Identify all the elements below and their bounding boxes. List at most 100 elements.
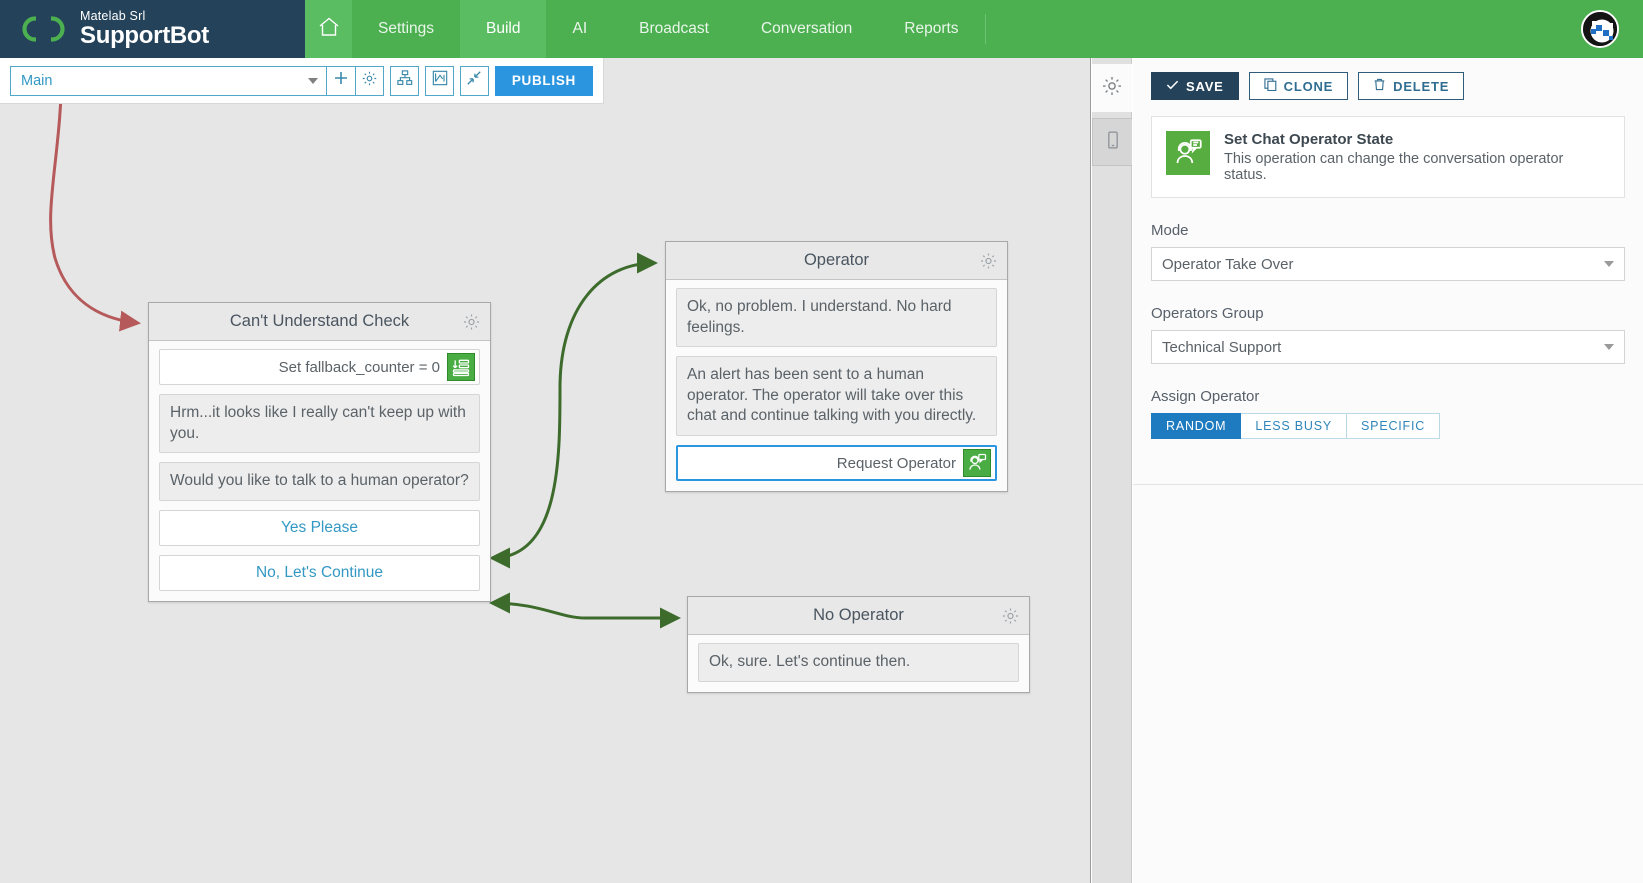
mode-label: Mode — [1151, 222, 1189, 239]
mobile-phone-icon — [1103, 130, 1123, 155]
node-body: Ok, no problem. I understand. No hard fe… — [666, 280, 1007, 491]
nav-item-conversation[interactable]: Conversation — [734, 0, 879, 58]
flow-settings-button[interactable] — [355, 65, 385, 96]
avatar-area[interactable] — [1557, 0, 1643, 58]
operator-headset-icon — [1166, 131, 1210, 175]
brand-product: SupportBot — [80, 22, 209, 50]
flow-canvas[interactable]: Can't Understand Check Set fallback_coun… — [0, 58, 1091, 883]
node-message[interactable]: An alert has been sent to a human operat… — [676, 356, 997, 437]
node-header: Can't Understand Check — [149, 303, 490, 341]
save-button[interactable]: SAVE — [1151, 72, 1239, 100]
node-header: Operator — [666, 242, 1007, 280]
operation-description: This operation can change the conversati… — [1224, 151, 1564, 183]
chevron-down-icon — [307, 77, 318, 84]
nav-spacer — [985, 0, 1557, 58]
operator-headset-icon — [963, 449, 991, 478]
home-icon — [317, 15, 341, 44]
panel-action-bar: SAVE CLONE DELETE — [1151, 72, 1625, 100]
publish-button[interactable]: PUBLISH — [494, 65, 593, 96]
node-quick-reply-button[interactable]: No, Let's Continue — [159, 554, 480, 591]
gear-icon[interactable] — [979, 251, 998, 270]
set-variable-icon — [447, 353, 475, 381]
node-message[interactable]: Hrm...it looks like I really can't keep … — [159, 394, 480, 454]
flow-analytics-button[interactable] — [425, 65, 455, 96]
nav-item-settings[interactable]: Settings — [352, 0, 461, 58]
clone-button[interactable]: CLONE — [1248, 72, 1349, 100]
operators-group-field: Operators Group Technical Support — [1151, 305, 1625, 364]
delete-label: DELETE — [1393, 78, 1450, 94]
node-message[interactable]: Ok, no problem. I understand. No hard fe… — [676, 288, 997, 348]
collapse-button[interactable] — [460, 65, 489, 96]
operation-title: Set Chat Operator State — [1224, 131, 1394, 148]
gear-icon[interactable] — [462, 312, 481, 331]
operation-card-text: Set Chat Operator State This operation c… — [1224, 131, 1610, 183]
mode-value: Operator Take Over — [1162, 255, 1294, 273]
assign-operator-label: Assign Operator — [1151, 388, 1260, 405]
mode-select[interactable]: Operator Take Over — [1151, 247, 1625, 281]
panel-tab-preview[interactable] — [1092, 118, 1132, 166]
nav-label: Settings — [378, 20, 435, 37]
flow-hierarchy-button[interactable] — [390, 65, 420, 96]
node-operation-row[interactable]: Set fallback_counter = 0 — [159, 349, 480, 385]
delete-button[interactable]: DELETE — [1358, 72, 1465, 100]
brand-logo-area[interactable]: Matelab Srl SupportBot — [0, 0, 305, 58]
assign-operator-segmented-control: RANDOM LESS BUSY SPECIFIC — [1151, 413, 1625, 439]
flow-node-no-operator[interactable]: No Operator Ok, sure. Let's continue the… — [687, 596, 1030, 693]
nav-label: Conversation — [760, 20, 853, 37]
gear-icon[interactable] — [1001, 606, 1020, 625]
node-operation-row-selected[interactable]: Request Operator — [676, 445, 997, 482]
app-root: Matelab Srl SupportBot Settings Build AI… — [0, 0, 1643, 883]
chevron-down-icon — [1604, 344, 1614, 350]
node-message[interactable]: Would you like to talk to a human operat… — [159, 462, 480, 501]
nav-label: Broadcast — [639, 20, 709, 37]
mode-field: Mode Operator Take Over — [1151, 222, 1625, 281]
operators-group-select[interactable]: Technical Support — [1151, 330, 1625, 364]
flow-toolbar: Main PUBLISH — [0, 58, 604, 104]
brand-company: Matelab Srl — [80, 8, 146, 23]
nav-item-reports[interactable]: Reports — [878, 0, 985, 58]
brand-text: Matelab Srl SupportBot — [80, 10, 209, 49]
plus-icon — [333, 70, 349, 91]
node-quick-reply-button[interactable]: Yes Please — [159, 509, 480, 546]
panel-divider — [1133, 484, 1643, 485]
nav-home-button[interactable] — [305, 0, 352, 58]
node-title: Can't Understand Check — [229, 312, 410, 330]
assign-operator-option-specific[interactable]: SPECIFIC — [1347, 413, 1441, 439]
nav-item-ai[interactable]: AI — [546, 0, 614, 58]
operation-label: Request Operator — [836, 454, 956, 472]
panel-side-tabs — [1092, 58, 1132, 883]
node-body: Set fallback_counter = 0 Hrm...it looks … — [149, 341, 490, 601]
flow-node-cant-understand-check[interactable]: Can't Understand Check Set fallback_coun… — [148, 302, 491, 602]
operation-summary-card: Set Chat Operator State This operation c… — [1151, 116, 1625, 198]
chevron-down-icon — [1604, 261, 1614, 267]
node-message[interactable]: Ok, sure. Let's continue then. — [698, 643, 1019, 682]
panel-tab-settings[interactable] — [1092, 64, 1132, 112]
flow-selector-dropdown[interactable]: Main — [10, 65, 327, 96]
operation-label: Set fallback_counter = 0 — [278, 358, 440, 376]
copy-icon — [1264, 78, 1277, 94]
nav-label: Build — [486, 20, 521, 37]
assign-operator-option-less-busy[interactable]: LESS BUSY — [1241, 413, 1348, 439]
flow-node-operator[interactable]: Operator Ok, no problem. I understand. N… — [665, 241, 1008, 493]
operators-group-label: Operators Group — [1151, 305, 1264, 322]
nav-label: AI — [572, 20, 588, 37]
avatar — [1581, 10, 1619, 48]
operators-group-value: Technical Support — [1162, 338, 1282, 356]
nav-label: Reports — [904, 20, 959, 37]
add-flow-button[interactable] — [326, 65, 356, 96]
gear-icon — [361, 70, 378, 92]
infinity-logo-icon — [22, 14, 66, 44]
sitemap-icon — [397, 70, 413, 91]
save-label: SAVE — [1186, 78, 1224, 94]
properties-panel: SAVE CLONE DELETE Set Chat Operator Stat… — [1133, 58, 1643, 883]
node-body: Ok, sure. Let's continue then. — [688, 635, 1029, 692]
flow-selector-value: Main — [21, 72, 53, 89]
nav-item-broadcast[interactable]: Broadcast — [613, 0, 735, 58]
check-icon — [1166, 78, 1179, 94]
assign-operator-option-random[interactable]: RANDOM — [1151, 413, 1242, 439]
assign-operator-field: Assign Operator RANDOM LESS BUSY SPECIFI… — [1151, 388, 1625, 439]
clone-label: CLONE — [1283, 78, 1334, 94]
node-title: Operator — [803, 251, 870, 269]
nav-item-build[interactable]: Build — [460, 0, 547, 58]
gear-icon — [1101, 75, 1123, 102]
